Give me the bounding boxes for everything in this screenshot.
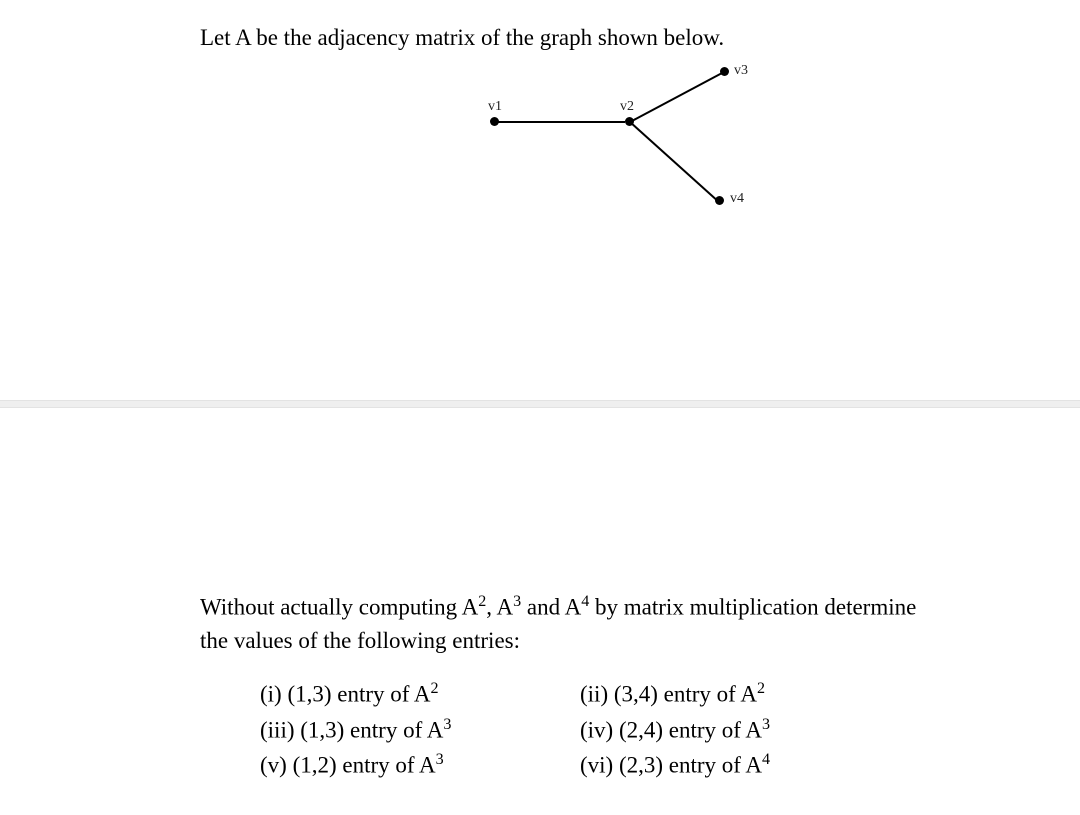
sup-3a: 3 [513,593,521,610]
entry-ii: (ii) (3,4) entry of A2 [580,677,900,712]
entries-grid: (i) (1,3) entry of A2 (iii) (1,3) entry … [200,677,930,782]
vertex-v4 [715,196,724,205]
entries-col-left: (i) (1,3) entry of A2 (iii) (1,3) entry … [260,677,580,782]
entry-i-text: (i) (1,3) entry of A [260,682,431,707]
entry-vi-text: (vi) (2,3) entry of A [580,752,762,777]
vertex-v1 [490,117,499,126]
entry-ii-sup: 2 [757,680,765,697]
edge-v2-v3 [630,70,726,122]
edge-v1-v2 [495,121,625,123]
prompt-part-b: , A [486,595,513,620]
prompt-part-a: Without actually computing A [200,595,478,620]
entry-i: (i) (1,3) entry of A2 [260,677,580,712]
vertex-v2 [625,117,634,126]
edge-v2-v4 [629,121,720,203]
page-divider [0,400,1080,408]
prompt-text: Without actually computing A2, A3 and A4… [200,590,930,657]
label-v1: v1 [488,99,502,115]
entry-iv-sup: 3 [762,716,770,733]
entry-vi-sup: 4 [762,751,770,768]
entry-iii: (iii) (1,3) entry of A3 [260,713,580,748]
graph-figure: v1 v2 v3 v4 [420,61,920,241]
label-v3: v3 [734,63,748,79]
entry-v: (v) (1,2) entry of A3 [260,748,580,783]
intro-text: Let A be the adjacency matrix of the gra… [200,25,930,51]
label-v4: v4 [730,191,744,207]
entry-iii-text: (iii) (1,3) entry of A [260,717,443,742]
entry-iv-text: (iv) (2,4) entry of A [580,717,762,742]
entry-ii-text: (ii) (3,4) entry of A [580,682,757,707]
entry-v-sup: 3 [436,751,444,768]
upper-content: Let A be the adjacency matrix of the gra… [200,25,930,241]
entry-iv: (iv) (2,4) entry of A3 [580,713,900,748]
entries-col-right: (ii) (3,4) entry of A2 (iv) (2,4) entry … [580,677,900,782]
lower-content: Without actually computing A2, A3 and A4… [200,590,930,783]
entry-i-sup: 2 [431,680,439,697]
entry-v-text: (v) (1,2) entry of A [260,752,436,777]
entry-iii-sup: 3 [443,716,451,733]
prompt-part-c: and A [521,595,581,620]
label-v2: v2 [620,99,634,115]
entry-vi: (vi) (2,3) entry of A4 [580,748,900,783]
vertex-v3 [720,67,729,76]
